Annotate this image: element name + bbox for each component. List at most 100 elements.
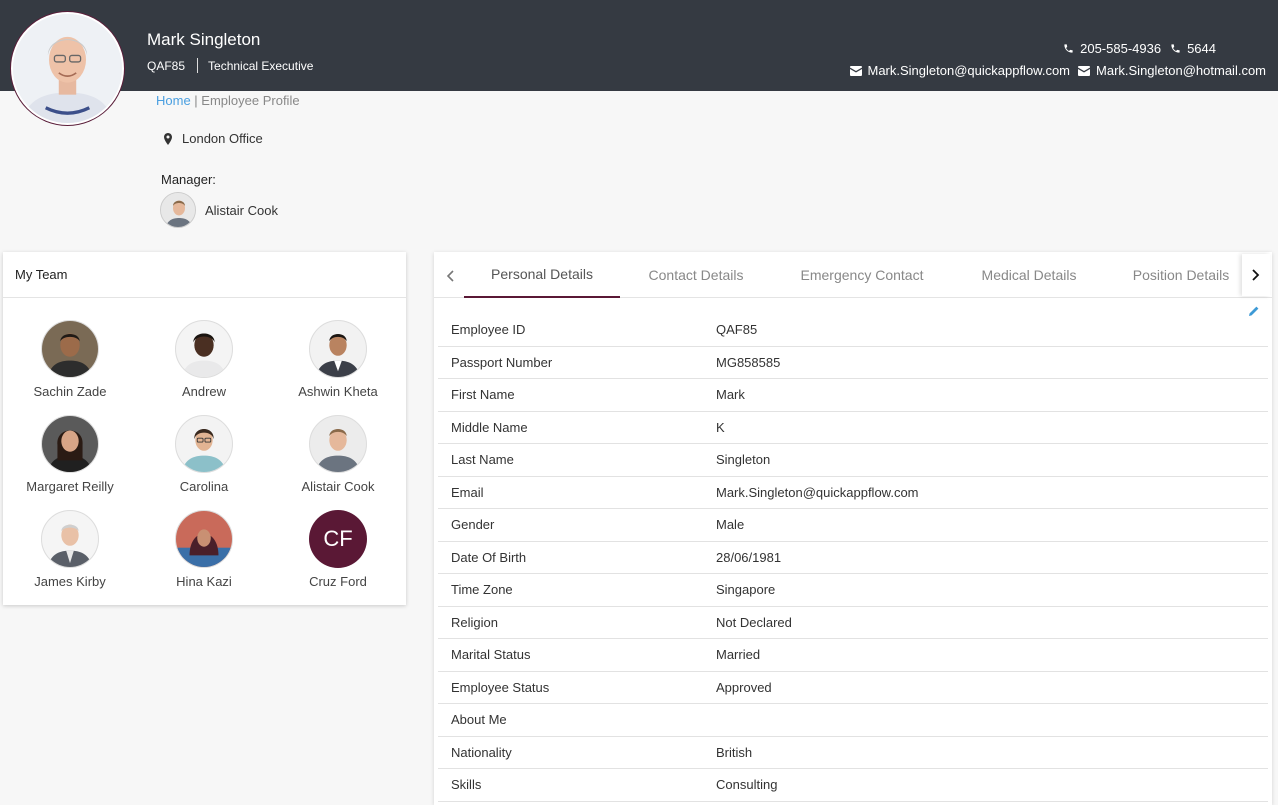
field-label: Gender [451,517,495,533]
team-member[interactable]: CF Cruz Ford [271,510,405,605]
member-avatar[interactable] [309,415,367,473]
member-name[interactable]: Hina Kazi [176,574,232,589]
field-label: Employee ID [451,322,526,338]
phone-line: 205-585-4936 5644 [1062,41,1216,56]
member-name[interactable]: Alistair Cook [302,479,375,494]
email-work[interactable]: Mark.Singleton@quickappflow.com [868,63,1071,78]
member-avatar[interactable] [41,320,99,378]
member-name[interactable]: Andrew [182,384,226,399]
profile-header: Mark Singleton QAF85 Technical Executive… [0,0,1278,91]
member-name[interactable]: Margaret Reilly [26,479,113,494]
table-row: Skills Consulting [438,769,1268,802]
table-row: Last Name Singleton [438,444,1268,477]
email-line: Mark.Singleton@quickappflow.com Mark.Sin… [849,63,1266,78]
team-grid: Sachin Zade Andrew Ashwin Kheta Margaret… [3,320,406,605]
tab-personal-details[interactable]: Personal Details [464,252,620,298]
field-value: Male [716,517,745,533]
member-avatar[interactable] [175,510,233,568]
field-label: First Name [451,387,515,403]
office-location: London Office [164,131,263,146]
envelope-icon [849,65,862,77]
tab-contact-details[interactable]: Contact Details [628,252,764,298]
my-team-card: My Team Sachin Zade Andrew Ashwin Kheta … [3,252,406,605]
table-row: First Name Mark [438,379,1268,412]
table-row: Religion Not Declared [438,607,1268,639]
field-value: Not Declared [716,614,792,630]
field-label: Marital Status [451,647,531,663]
field-label: Time Zone [451,582,513,598]
field-value: K [716,419,725,435]
employee-subtitle: QAF85 Technical Executive [147,58,313,73]
team-member[interactable]: Sachin Zade [3,320,137,415]
field-label: Date Of Birth [451,549,527,565]
team-member[interactable]: Margaret Reilly [3,415,137,510]
member-avatar[interactable] [175,320,233,378]
field-value: MG858585 [716,354,781,370]
profile-avatar[interactable] [11,12,124,125]
field-label: Email [451,484,484,500]
employee-name: Mark Singleton [147,30,261,49]
member-name[interactable]: James Kirby [34,574,106,589]
breadcrumb-separator: | [190,93,202,108]
tab-bar: Personal Details Contact Details Emergen… [434,252,1272,298]
personal-details-table: Employee ID QAF85 Passport Number MG858585… [438,314,1268,802]
member-name[interactable]: Ashwin Kheta [298,384,378,399]
envelope-icon [1078,65,1091,77]
field-value: 28/06/1981 [716,549,782,565]
manager[interactable]: Alistair Cook [160,192,278,228]
breadcrumb-current: Employee Profile [201,93,300,108]
team-member[interactable]: Hina Kazi [137,510,271,605]
tab-emergency-contact[interactable]: Emergency Contact [780,252,944,298]
table-row: Email Mark.Singleton@quickappflow.com [438,477,1268,509]
team-member[interactable]: James Kirby [3,510,137,605]
member-avatar[interactable] [41,415,99,473]
member-name[interactable]: Sachin Zade [34,384,107,399]
member-name[interactable]: Cruz Ford [309,574,367,589]
field-label: Passport Number [451,354,553,370]
tab-medical-details[interactable]: Medical Details [964,252,1094,298]
member-avatar[interactable] [309,320,367,378]
table-row: Nationality British [438,737,1268,769]
field-value: Consulting [716,777,778,793]
job-title: Technical Executive [208,58,314,73]
email-personal[interactable]: Mark.Singleton@hotmail.com [1096,63,1266,78]
phone-icon [1169,43,1181,55]
team-member[interactable]: Andrew [137,320,271,415]
phone-extension[interactable]: 5644 [1187,41,1216,56]
team-member[interactable]: Alistair Cook [271,415,405,510]
manager-avatar[interactable] [160,192,196,228]
field-value: Mark [716,387,745,403]
table-row: Passport Number MG858585 [438,347,1268,379]
table-row: Middle Name K [438,412,1268,444]
field-label: Employee Status [451,679,550,695]
location-text: London Office [182,131,263,146]
field-value: Approved [716,679,772,695]
field-value: QAF85 [716,322,758,338]
table-row: Time Zone Singapore [438,574,1268,607]
field-label: Skills [451,777,482,793]
breadcrumb-home-link[interactable]: Home [156,93,191,108]
manager-name[interactable]: Alistair Cook [205,203,278,218]
team-member[interactable]: Carolina [137,415,271,510]
team-member[interactable]: Ashwin Kheta [271,320,405,415]
field-value: Mark.Singleton@quickappflow.com [716,484,919,500]
field-value: Singleton [716,452,771,468]
chevron-left-icon[interactable] [436,262,464,290]
tab-position-details[interactable]: Position Details [1116,252,1246,298]
table-row: Date Of Birth 28/06/1981 [438,542,1268,574]
member-name[interactable]: Carolina [180,479,228,494]
field-label: Religion [451,614,498,630]
map-pin-icon [164,132,174,145]
field-label: About Me [451,712,507,728]
member-initials-avatar[interactable]: CF [309,510,367,568]
phone-primary[interactable]: 205-585-4936 [1080,41,1161,56]
manager-label: Manager: [161,172,216,187]
field-value: British [716,744,753,760]
field-label: Middle Name [451,419,528,435]
member-avatar[interactable] [41,510,99,568]
details-panel: Personal Details Contact Details Emergen… [434,252,1272,805]
member-avatar[interactable] [175,415,233,473]
field-value: Married [716,647,761,663]
chevron-right-icon[interactable] [1242,254,1270,296]
table-row: Gender Male [438,509,1268,542]
